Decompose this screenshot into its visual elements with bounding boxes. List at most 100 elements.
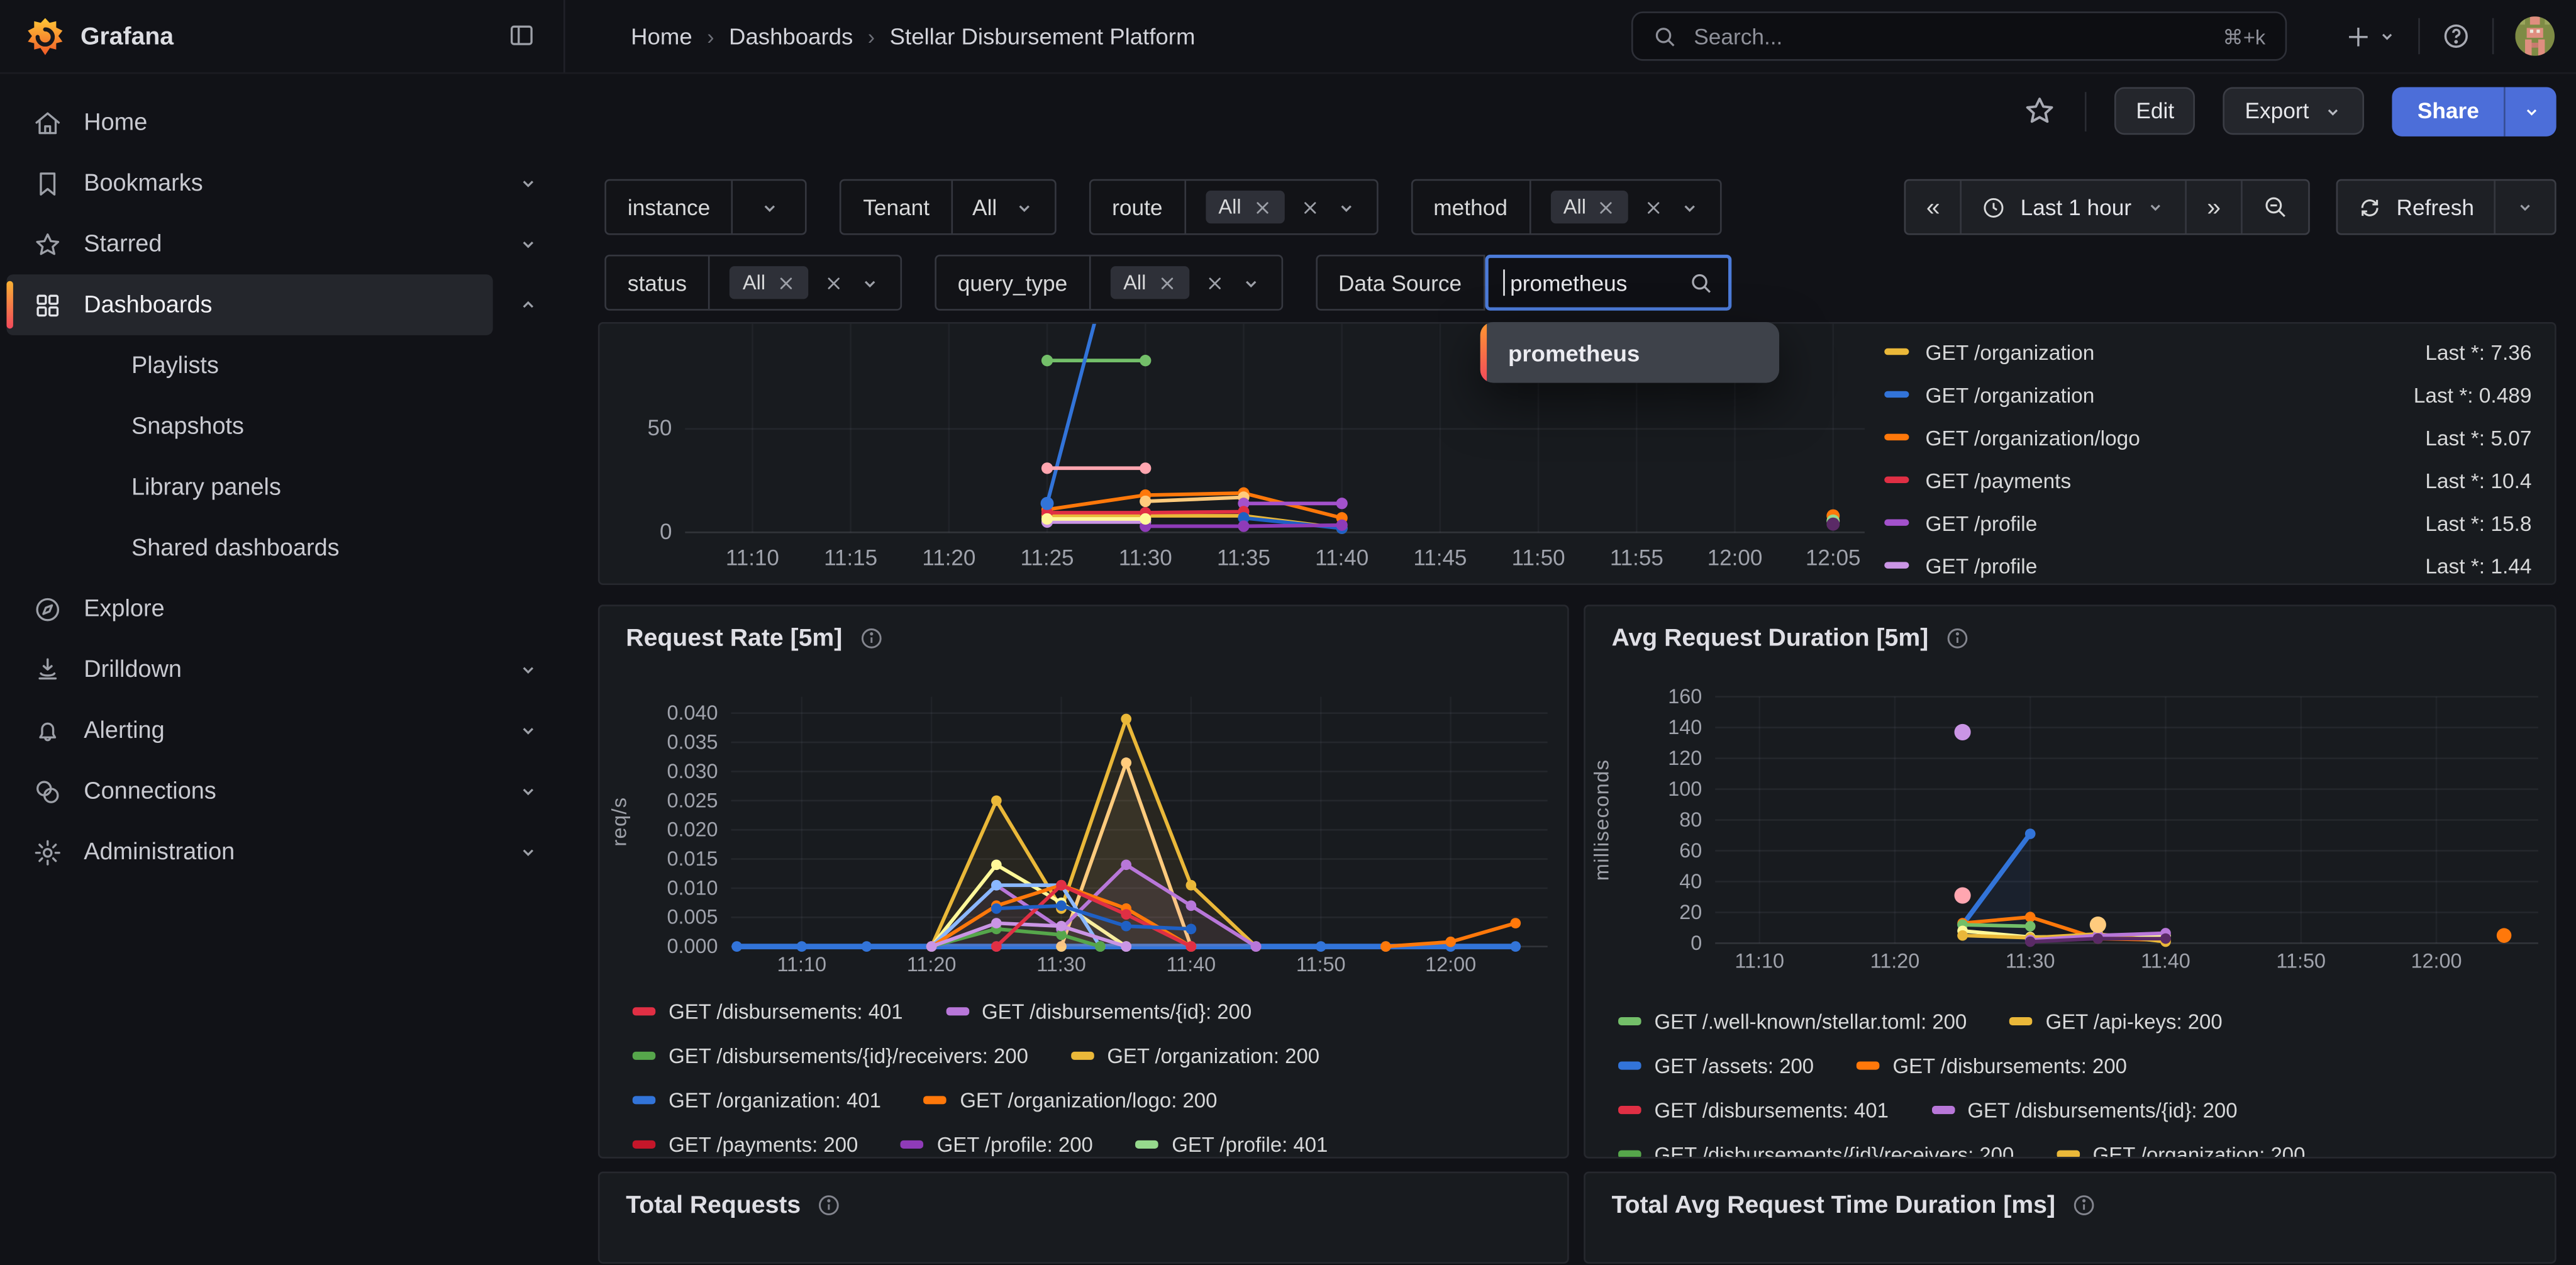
filter-value[interactable]: All — [1531, 181, 1721, 233]
sidebar-item-drilldown[interactable]: Drilldown — [6, 639, 492, 700]
filter-value[interactable]: All — [710, 257, 901, 309]
legend-item[interactable]: GET /organizationLast *: 7.36 — [1875, 330, 2542, 373]
time-range-picker[interactable]: Last 1 hour — [1962, 181, 2187, 233]
legend-item[interactable]: GET /organizationLast *: 0.489 — [1875, 373, 2542, 416]
legend-item[interactable]: GET /disbursements: 200 — [1857, 1054, 2127, 1078]
sidebar-item-administration[interactable]: Administration — [6, 822, 492, 883]
clear-all-icon[interactable] — [824, 274, 843, 292]
legend-item[interactable]: GET /profile: 401 — [1136, 1133, 1328, 1156]
legend-item[interactable]: GET /disbursements/{id}/receivers: 200 — [1618, 1143, 2014, 1159]
search-shortcut: ⌘+k — [2223, 24, 2265, 48]
sidebar-item-playlists[interactable]: Playlists — [6, 335, 492, 396]
panel-avg-duration[interactable]: Avg Request Duration [5m] 11:1011:2011:3… — [1584, 605, 2556, 1158]
zoom-out-button[interactable] — [2242, 181, 2307, 233]
refresh-button[interactable]: Refresh — [2337, 181, 2496, 233]
sidebar-item-shared-dashboards[interactable]: Shared dashboards — [6, 518, 492, 579]
datasource-input[interactable]: prometheus — [1485, 255, 1731, 311]
legend-item[interactable]: GET /disbursements/{id}: 200 — [946, 1000, 1252, 1023]
search-input[interactable] — [1690, 22, 2209, 50]
info-icon[interactable] — [817, 1193, 841, 1217]
share-options-button[interactable] — [2504, 86, 2557, 135]
remove-icon[interactable] — [1158, 274, 1176, 292]
clear-all-icon[interactable] — [1301, 198, 1319, 216]
chevron-down-icon[interactable] — [518, 841, 539, 862]
sidebar-item-connections[interactable]: Connections — [6, 761, 492, 822]
clear-all-icon[interactable] — [1645, 198, 1663, 216]
time-back-button[interactable]: « — [1906, 181, 1961, 233]
help-icon[interactable] — [2441, 21, 2471, 51]
panel-total-requests[interactable]: Total Requests — [598, 1172, 1569, 1264]
chart-legend: GET /disbursements: 401 GET /disbursement… — [633, 989, 1558, 1159]
sidebar-toggle-icon[interactable] — [508, 21, 535, 49]
edit-button[interactable]: Edit — [2114, 87, 2196, 135]
time-forward-button[interactable]: » — [2187, 181, 2242, 233]
filter-chip[interactable]: All — [1110, 266, 1189, 299]
chevron-down-icon[interactable] — [758, 196, 780, 218]
legend-item[interactable]: GET /profile: 200 — [901, 1133, 1093, 1156]
chart-legend: GET /.well-known/stellar.toml: 200 GET /a… — [1618, 999, 2545, 1158]
chevron-down-icon[interactable] — [518, 233, 539, 255]
legend-item[interactable]: GET /api-keys: 200 — [2009, 1010, 2222, 1033]
legend-item[interactable]: GET /organization: 200 — [1071, 1044, 1319, 1067]
chevron-down-icon[interactable] — [1335, 196, 1357, 218]
filter-value[interactable]: All — [1091, 257, 1281, 309]
breadcrumb-home[interactable]: Home — [631, 23, 692, 50]
legend-item[interactable]: GET /organization: 401 — [633, 1089, 881, 1112]
legend-item[interactable]: GET /profileLast *: 15.8 — [1875, 501, 2542, 544]
chevron-down-icon[interactable] — [518, 172, 539, 194]
filter-value[interactable] — [733, 181, 806, 233]
sidebar-item-explore[interactable]: Explore — [6, 579, 492, 640]
chevron-down-icon[interactable] — [1013, 196, 1035, 218]
search-bar[interactable]: ⌘+k — [1631, 11, 2287, 60]
legend-item[interactable]: GET /profileLast *: 1.44 — [1875, 544, 2542, 585]
legend-item[interactable]: GET /payments: 200 — [633, 1133, 858, 1156]
add-button[interactable] — [2345, 22, 2397, 50]
remove-icon[interactable] — [777, 274, 795, 292]
grafana-logo-icon[interactable] — [26, 17, 64, 55]
legend-item[interactable]: GET /organization/logoLast *: 5.07 — [1875, 416, 2542, 459]
panel-request-rate[interactable]: Request Rate [5m] 11:1011:2011:3011:4011… — [598, 605, 1569, 1158]
refresh-interval-button[interactable] — [2496, 181, 2555, 233]
dropdown-option-prometheus[interactable]: prometheus — [1487, 322, 1661, 383]
filter-chip[interactable]: All — [1550, 191, 1629, 223]
filter-chip[interactable]: All — [730, 266, 808, 299]
share-button[interactable]: Share — [2393, 86, 2504, 135]
chevron-down-icon[interactable] — [518, 720, 539, 741]
chevron-down-icon[interactable] — [859, 272, 880, 293]
remove-icon[interactable] — [1253, 198, 1271, 216]
legend-item[interactable]: GET /disbursements: 401 — [633, 1000, 903, 1023]
sidebar-item-starred[interactable]: Starred — [6, 214, 492, 275]
legend-item[interactable]: GET /disbursements/{id}: 200 — [1931, 1098, 2238, 1122]
legend-item[interactable]: GET /assets: 200 — [1618, 1054, 1814, 1078]
chevron-down-icon[interactable] — [1680, 196, 1701, 218]
sidebar-item-dashboards[interactable]: Dashboards — [6, 274, 492, 335]
export-button[interactable]: Export — [2224, 87, 2365, 135]
panel-total-avg-duration[interactable]: Total Avg Request Time Duration [ms] — [1584, 1172, 2556, 1264]
remove-icon[interactable] — [1597, 198, 1616, 216]
legend-item[interactable]: GET /disbursements: 401 — [1618, 1098, 1889, 1122]
breadcrumb-dashboards[interactable]: Dashboards — [729, 23, 853, 50]
chevron-down-icon[interactable] — [518, 781, 539, 802]
user-avatar[interactable] — [2515, 16, 2555, 56]
clear-all-icon[interactable] — [1205, 274, 1223, 292]
legend-item[interactable]: GET /organization/logo: 200 — [924, 1089, 1218, 1112]
filter-value[interactable]: All — [953, 181, 1055, 233]
filter-value[interactable]: All — [1185, 181, 1376, 233]
chevron-up-icon[interactable] — [518, 294, 539, 316]
sidebar-item-home[interactable]: Home — [6, 92, 492, 153]
chevron-down-icon — [2146, 197, 2166, 216]
legend-item[interactable]: GET /.well-known/stellar.toml: 200 — [1618, 1010, 1967, 1033]
star-dashboard-icon[interactable] — [2023, 94, 2057, 128]
sidebar-item-library-panels[interactable]: Library panels — [6, 457, 492, 518]
filter-chip[interactable]: All — [1205, 191, 1284, 223]
sidebar-item-alerting[interactable]: Alerting — [6, 700, 492, 761]
chevron-down-icon[interactable] — [518, 659, 539, 681]
sidebar-item-bookmarks[interactable]: Bookmarks — [6, 153, 492, 214]
sidebar-item-snapshots[interactable]: Snapshots — [6, 396, 492, 457]
legend-item[interactable]: GET /disbursements/{id}/receivers: 200 — [633, 1044, 1028, 1067]
series-color-marker — [1618, 1106, 1641, 1114]
legend-item[interactable]: GET /organization: 200 — [2057, 1143, 2305, 1159]
info-icon[interactable] — [2072, 1193, 2096, 1217]
legend-item[interactable]: GET /paymentsLast *: 10.4 — [1875, 459, 2542, 501]
chevron-down-icon[interactable] — [1240, 272, 1261, 293]
